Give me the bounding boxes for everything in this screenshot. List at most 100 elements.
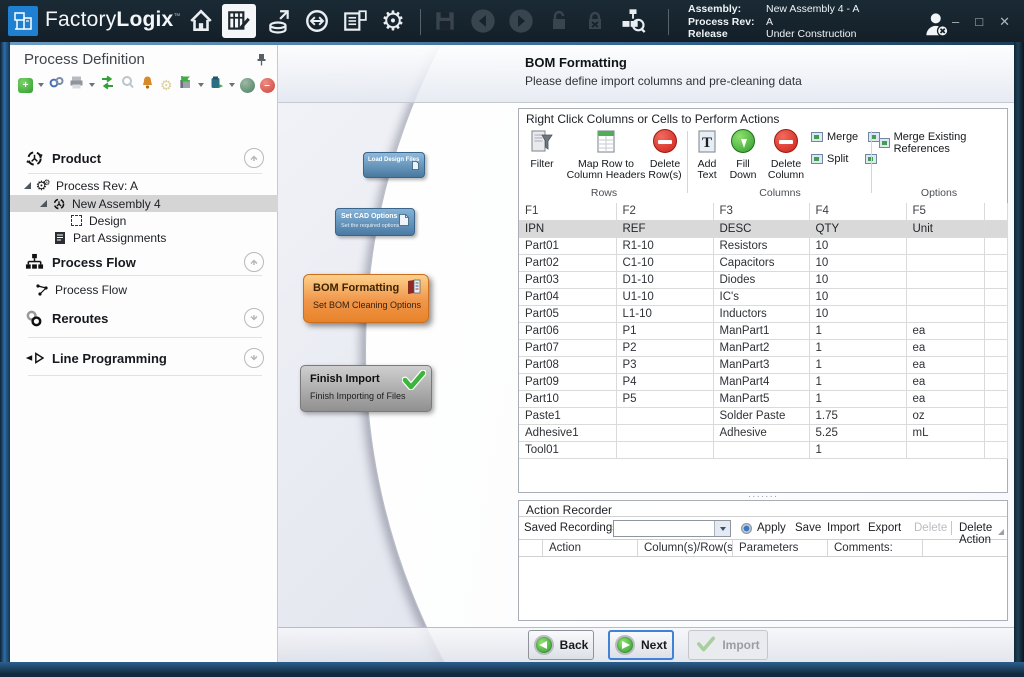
bom-cell[interactable]: ea bbox=[906, 390, 984, 407]
bom-cell[interactable]: 10 bbox=[809, 288, 906, 305]
import-recording-button[interactable]: Import bbox=[827, 522, 860, 534]
pin-icon[interactable] bbox=[256, 53, 267, 71]
bom-cell[interactable]: C1-10 bbox=[616, 254, 713, 271]
bom-data-row[interactable]: Tool011 bbox=[519, 441, 1007, 458]
bom-cell[interactable]: ManPart4 bbox=[713, 373, 809, 390]
tree-item-part-assignments[interactable]: Part Assignments bbox=[10, 229, 278, 246]
bom-data-row[interactable]: Part04U1-10IC's10 bbox=[519, 288, 1007, 305]
bom-cell[interactable] bbox=[713, 441, 809, 458]
process-audit-icon[interactable] bbox=[616, 4, 650, 38]
bom-cell[interactable]: 1 bbox=[809, 390, 906, 407]
bom-cell[interactable]: Resistors bbox=[713, 237, 809, 254]
delete-rows-button[interactable]: Delete Row(s) bbox=[645, 129, 685, 181]
expander-icon[interactable] bbox=[24, 182, 31, 189]
bom-cell[interactable] bbox=[984, 288, 1007, 305]
add-dropdown-caret[interactable] bbox=[38, 83, 44, 87]
bom-cell[interactable]: 10 bbox=[809, 271, 906, 288]
filter-button[interactable]: Filter bbox=[523, 129, 561, 170]
step-card-bom-formatting[interactable]: BOM Formatting Set BOM Cleaning Options bbox=[303, 274, 429, 323]
import-button-disabled[interactable]: Import bbox=[688, 630, 768, 660]
bom-cell[interactable]: U1-10 bbox=[616, 288, 713, 305]
bom-cell[interactable] bbox=[984, 441, 1007, 458]
bom-cell[interactable] bbox=[906, 441, 984, 458]
start-icon[interactable] bbox=[240, 78, 255, 93]
bom-cell[interactable] bbox=[906, 305, 984, 322]
tree-section-process-flow[interactable]: Process Flow bbox=[10, 249, 278, 275]
bom-cell[interactable] bbox=[906, 271, 984, 288]
save-icon-disabled[interactable] bbox=[428, 4, 462, 38]
bom-cell[interactable]: Diodes bbox=[713, 271, 809, 288]
collapse-down-icon[interactable] bbox=[244, 348, 264, 368]
undo-icon-disabled[interactable] bbox=[466, 4, 500, 38]
bom-cell[interactable] bbox=[616, 424, 713, 441]
print-icon[interactable] bbox=[69, 75, 84, 95]
save-recording-button[interactable]: Save bbox=[795, 522, 821, 534]
user-logoff-icon[interactable] bbox=[920, 7, 954, 41]
bom-cell[interactable] bbox=[906, 237, 984, 254]
sync-icon[interactable] bbox=[100, 75, 115, 95]
action-column-header[interactable]: Action bbox=[543, 540, 638, 556]
close-button[interactable]: ✕ bbox=[999, 14, 1010, 30]
saved-recordings-combobox[interactable] bbox=[613, 520, 731, 537]
export-recording-button[interactable]: Export bbox=[868, 522, 901, 534]
collapse-down-icon[interactable] bbox=[244, 308, 264, 328]
bom-cell[interactable]: mL bbox=[906, 424, 984, 441]
bom-cell[interactable]: P2 bbox=[616, 339, 713, 356]
split-button[interactable]: Split bbox=[811, 153, 877, 165]
expander-grip-icon[interactable] bbox=[998, 529, 1004, 535]
bom-data-row[interactable]: Part01R1-10Resistors10 bbox=[519, 237, 1007, 254]
export-package-icon[interactable] bbox=[209, 75, 224, 95]
bom-cell[interactable]: Adhesive1 bbox=[519, 424, 616, 441]
bell-icon[interactable] bbox=[140, 75, 155, 95]
bom-cell[interactable]: ManPart1 bbox=[713, 322, 809, 339]
transfer-icon[interactable] bbox=[300, 4, 334, 38]
bom-data-row[interactable]: Part05L1-10Inductors10 bbox=[519, 305, 1007, 322]
bom-data-row[interactable]: Part09P4ManPart41ea bbox=[519, 373, 1007, 390]
bom-cell[interactable]: Part01 bbox=[519, 237, 616, 254]
bom-data-row[interactable]: Part02C1-10Capacitors10 bbox=[519, 254, 1007, 271]
bom-cell[interactable]: D1-10 bbox=[616, 271, 713, 288]
map-row-headers-button[interactable]: Map Row to Column Headers bbox=[563, 129, 649, 181]
settings-gear-icon[interactable]: ⚙ bbox=[376, 4, 410, 38]
bom-cell[interactable]: 10 bbox=[809, 237, 906, 254]
bom-cell[interactable]: Part02 bbox=[519, 254, 616, 271]
bom-cell[interactable]: Part08 bbox=[519, 356, 616, 373]
comments-column-header[interactable]: Comments: bbox=[828, 540, 923, 556]
bom-cell[interactable]: Part07 bbox=[519, 339, 616, 356]
bom-cell[interactable]: ea bbox=[906, 322, 984, 339]
parameters-column-header[interactable]: Parameters bbox=[733, 540, 828, 556]
delete-recording-button[interactable]: Delete bbox=[914, 522, 947, 534]
bom-cell[interactable] bbox=[906, 288, 984, 305]
tree-section-line-programming[interactable]: Line Programming bbox=[10, 345, 278, 371]
flag-dropdown-caret[interactable] bbox=[198, 83, 204, 87]
tree-item-design[interactable]: Design bbox=[10, 212, 278, 229]
bom-cell[interactable]: Adhesive bbox=[713, 424, 809, 441]
unlock-icon-disabled[interactable] bbox=[542, 4, 576, 38]
bom-cell[interactable]: Part10 bbox=[519, 390, 616, 407]
bom-cell[interactable]: Tool01 bbox=[519, 441, 616, 458]
bom-cell[interactable]: ea bbox=[906, 339, 984, 356]
delete-column-button[interactable]: Delete Column bbox=[763, 129, 809, 181]
bom-cell[interactable] bbox=[984, 305, 1007, 322]
add-text-button[interactable]: T Add Text bbox=[691, 129, 723, 181]
bom-cell[interactable]: Inductors bbox=[713, 305, 809, 322]
bom-cell[interactable] bbox=[984, 254, 1007, 271]
collapse-up-icon[interactable] bbox=[244, 252, 264, 272]
bom-cell[interactable]: oz bbox=[906, 407, 984, 424]
bom-cell[interactable]: 1.75 bbox=[809, 407, 906, 424]
merge-button[interactable]: Merge bbox=[811, 131, 880, 143]
bom-cell[interactable]: P5 bbox=[616, 390, 713, 407]
bom-cell[interactable]: 1 bbox=[809, 339, 906, 356]
back-button[interactable]: Back bbox=[528, 630, 594, 660]
bom-cell[interactable]: Part04 bbox=[519, 288, 616, 305]
bom-cell[interactable]: ManPart5 bbox=[713, 390, 809, 407]
print-dropdown-caret[interactable] bbox=[89, 83, 95, 87]
step-card-finish-import[interactable]: Finish Import Finish Importing of Files bbox=[300, 365, 432, 412]
bom-cell[interactable]: L1-10 bbox=[616, 305, 713, 322]
step-card-set-cad-options[interactable]: Set CAD Options Set the required options bbox=[335, 208, 415, 236]
maximize-button[interactable]: □ bbox=[975, 14, 983, 30]
bom-cell[interactable]: 10 bbox=[809, 254, 906, 271]
bom-cell[interactable]: P4 bbox=[616, 373, 713, 390]
tree-item-process-rev[interactable]: ⚙⚙ Process Rev: A bbox=[10, 177, 278, 194]
tree-section-product[interactable]: Product bbox=[10, 145, 278, 171]
